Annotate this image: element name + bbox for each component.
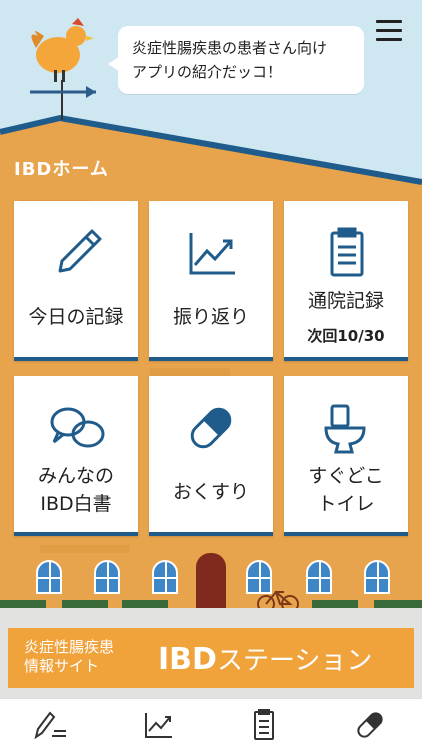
speech-bubble: 炎症性腸疾患の患者さん向け アプリの紹介だッコ！ [108,26,364,94]
tile-medicine[interactable]: おくすり [149,376,273,536]
pencil-icon [58,229,102,273]
banner-title-bold: IBD [158,642,217,677]
window [152,560,178,594]
ibd-station-banner[interactable]: 炎症性腸疾患 情報サイト IBDステーション [8,628,414,688]
chart-icon[interactable] [138,709,178,741]
pencil-list-icon[interactable] [30,709,70,741]
banner-subtitle: 炎症性腸疾患 情報サイト [24,638,114,676]
tile-toilet[interactable]: すぐどこ トイレ [284,376,408,536]
tile-label-line-2: トイレ [317,493,375,515]
tile-label: 振り返り [172,306,249,328]
window [246,560,272,594]
capsule-icon [190,407,232,449]
speech-line-1: 炎症性腸疾患の患者さん向け [132,39,328,57]
tile-today-record[interactable]: 今日の記録 [14,201,138,361]
next-visit-date: 次回10/30 [307,327,385,345]
toilet-icon [324,404,366,454]
speech-bubbles-icon [50,407,105,448]
tile-label-line-1: すぐどこ [308,465,384,487]
tile-review[interactable]: 振り返り [149,201,273,361]
tile-label-line-2: IBD白書 [40,493,112,515]
banner-title: IBDステーション [158,640,372,677]
tile-label: すぐどこ トイレ [284,462,408,518]
clipboard-icon [330,227,364,277]
tile-hospital-record[interactable]: 通院記録 次回10/30 [284,201,408,361]
bottom-tab-bar [0,698,422,751]
speech-line-2: アプリの紹介だッコ！ [132,63,283,81]
section-title: IBDホーム [14,159,109,180]
window [94,560,120,594]
window [306,560,332,594]
clipboard-icon[interactable] [244,709,284,741]
speech-bubble-text: 炎症性腸疾患の患者さん向け アプリの紹介だッコ！ [132,36,358,84]
door [196,553,226,609]
capsule-icon[interactable] [350,709,390,741]
tile-label: 通院記録 [307,290,384,312]
window [36,560,62,594]
chart-icon [189,233,235,275]
tile-label-line-1: みんなの [37,465,114,487]
banner-title-rest: ステーション [216,646,373,676]
tile-ibd-whitepaper[interactable]: みんなの IBD白書 [14,376,138,536]
tile-label: みんなの IBD白書 [14,462,138,518]
hamburger-menu-icon[interactable] [376,20,402,42]
window [364,560,390,594]
tile-label: 今日の記録 [28,306,124,328]
banner-subtitle-line-1: 炎症性腸疾患 [24,638,115,656]
tile-label: おくすり [172,481,249,503]
banner-subtitle-line-2: 情報サイト [24,657,100,675]
